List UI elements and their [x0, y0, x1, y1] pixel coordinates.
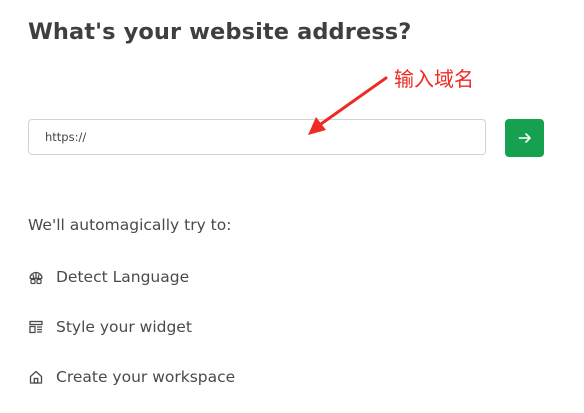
arrow-right-icon: [518, 133, 531, 143]
feature-label: Style your widget: [56, 318, 192, 336]
feature-label: Create your workspace: [56, 368, 236, 386]
feature-style-widget: Style your widget: [28, 316, 192, 338]
feature-detect-language: Detect Language: [28, 266, 189, 288]
layout-icon: [28, 319, 44, 335]
website-url-input[interactable]: [28, 119, 486, 155]
feature-create-workspace: Create your workspace: [28, 366, 235, 388]
features-intro: We'll automagically try to:: [28, 216, 232, 234]
annotation-label: 输入域名: [394, 67, 474, 91]
submit-url-button[interactable]: [505, 119, 544, 157]
language-icon: [28, 269, 44, 285]
home-icon: [28, 369, 44, 385]
page-title: What's your website address?: [28, 19, 412, 45]
annotation-arrow: [308, 76, 388, 135]
feature-label: Detect Language: [56, 268, 190, 286]
